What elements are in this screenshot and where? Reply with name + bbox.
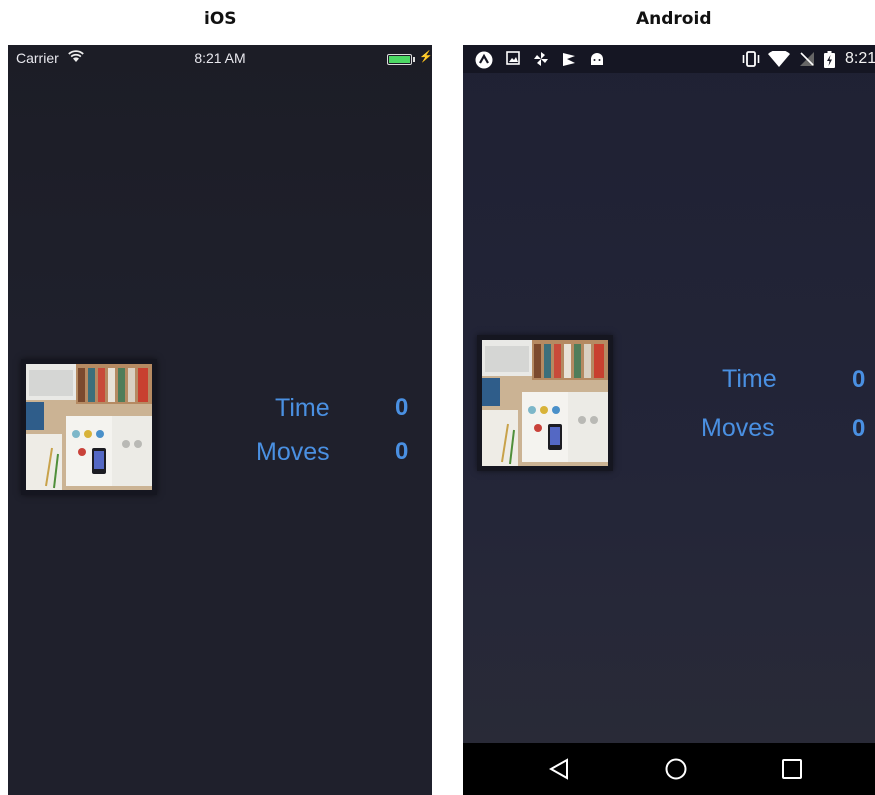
moves-label: Moves: [701, 414, 775, 442]
android-status-bar: 8:21: [463, 45, 875, 73]
desk-photo: [26, 364, 152, 490]
battery-icon: [387, 54, 415, 65]
recents-icon[interactable]: [781, 757, 803, 786]
charging-icon: ⚡: [419, 51, 432, 63]
puzzle-image[interactable]: [21, 359, 157, 495]
moves-value: 0: [395, 438, 409, 465]
ios-heading: iOS: [204, 9, 237, 29]
time-label: Time: [722, 365, 777, 393]
image-icon: [506, 51, 520, 67]
battery-charging-icon: [824, 51, 835, 68]
desk-photo: [482, 340, 608, 466]
ios-status-bar: Carrier 8:21 AM ⚡: [8, 45, 432, 71]
app-icon: [475, 51, 493, 69]
android-screen: 8:21 Time 0 Moves 0: [463, 45, 875, 795]
ios-screen: Carrier 8:21 AM ⚡ Time 0 Moves 0: [8, 45, 432, 795]
moves-value: 0: [852, 415, 866, 442]
pinwheel-icon: [533, 51, 549, 67]
android-heading: Android: [636, 9, 712, 29]
no-signal-icon: [799, 51, 815, 67]
time-label: Time: [275, 394, 330, 422]
android-robot-icon: [590, 51, 604, 67]
moves-label: Moves: [256, 438, 330, 466]
android-clock: 8:21: [845, 50, 875, 67]
time-value: 0: [395, 394, 409, 421]
ios-clock: 8:21 AM: [194, 50, 246, 66]
back-icon[interactable]: [548, 757, 570, 786]
time-value: 0: [852, 366, 866, 393]
vibrate-icon: [741, 51, 761, 67]
wifi-icon: [768, 49, 790, 67]
flag-icon: [561, 51, 577, 67]
home-icon[interactable]: [664, 757, 688, 786]
puzzle-image[interactable]: [477, 335, 613, 471]
android-nav-bar: [463, 743, 875, 795]
